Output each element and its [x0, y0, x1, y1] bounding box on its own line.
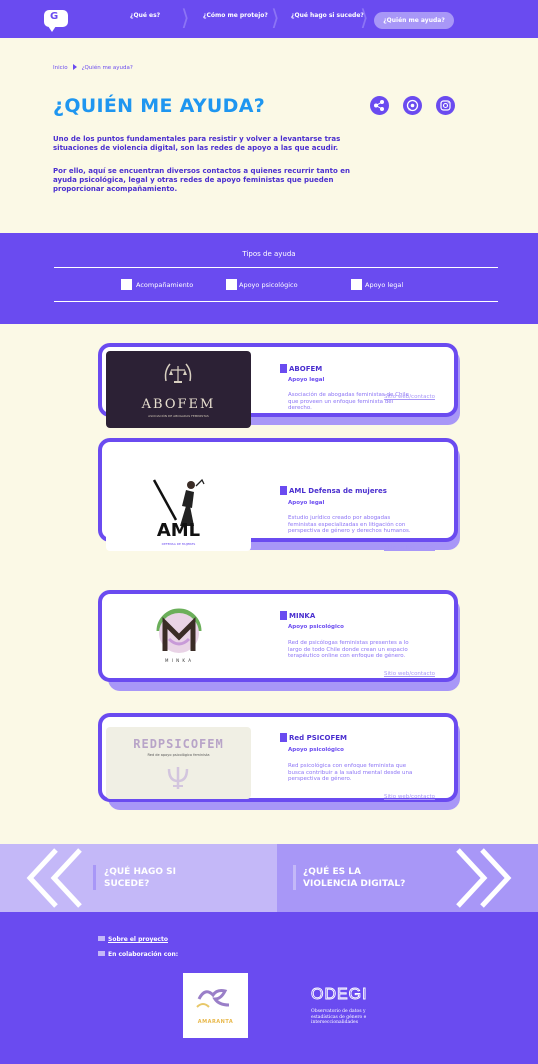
odegi-description: Observatorio de datos y estadísticas de … — [311, 1009, 367, 1025]
nav-item-que-es[interactable]: ¿Qué es? — [130, 12, 160, 19]
minka-logo: M I N K A — [106, 600, 251, 671]
card-link[interactable]: Sitio web/contacto — [384, 671, 435, 677]
intro-paragraph: Uno de los puntos fundamentales para res… — [53, 135, 341, 152]
card-description: Red de psicólogas feministas presentes a… — [288, 640, 409, 659]
amaranta-logo-text: AMARANTA — [197, 1019, 234, 1025]
next-page-label: ¿QUÉ ES LA VIOLENCIA DIGITAL? — [303, 867, 406, 889]
logo-icon[interactable]: G — [44, 10, 68, 32]
breadcrumb-home[interactable]: Inicio — [53, 65, 68, 71]
divider — [54, 267, 498, 268]
odegi-logo-text: ODEGI — [311, 986, 368, 1004]
filter-checkbox-apoyo-psicologico[interactable] — [226, 279, 237, 290]
card-description: Estudio jurídico creado por abogadas fem… — [288, 515, 411, 534]
prev-page-label: ¿QUÉ HAGO SI SUCEDE? — [104, 867, 176, 889]
card-description: Red psicológica con enfoque feminista qu… — [288, 763, 413, 782]
card-type: Apoyo psicológico — [288, 624, 344, 630]
bullet-square-icon — [280, 364, 287, 373]
card-name: Red PSICOFEM — [280, 733, 347, 742]
card-name: AML Defensa de mujeres — [280, 486, 387, 495]
psicofem-logo-sub: Red de apoyo psicológico feminista — [147, 753, 210, 757]
footer-about-link[interactable]: Sobre el proyecto — [98, 936, 168, 943]
filter-label-apoyo-psicologico[interactable]: Apoyo psicológico — [239, 281, 298, 289]
aml-logo-sub: DEFENSA DE MUJERES — [161, 542, 196, 546]
card-name: MINKA — [280, 611, 315, 620]
card-link[interactable]: Sitio web/contacto — [384, 545, 435, 551]
instagram-icon[interactable] — [436, 96, 455, 115]
amaranta-logo[interactable]: AMARANTA — [183, 973, 248, 1038]
nav-item-como-me-protejo[interactable]: ¿Cómo me protejo? — [203, 12, 268, 19]
minka-logo-text: M I N K A — [164, 658, 193, 663]
aml-logo: AML DEFENSA DE MUJERES — [106, 472, 251, 551]
filter-label-apoyo-legal[interactable]: Apoyo legal — [365, 281, 403, 289]
accent-bar — [93, 865, 96, 890]
breadcrumb: Inicio ¿Quién me ayuda? — [53, 64, 133, 71]
breadcrumb-current: ¿Quién me ayuda? — [81, 65, 133, 71]
filter-checkbox-acompanamiento[interactable] — [121, 279, 132, 290]
accent-bar — [293, 865, 296, 890]
card-type: Apoyo psicológico — [288, 747, 344, 753]
card-type: Apoyo legal — [288, 500, 325, 506]
odegi-logo[interactable]: ODEGI Observatorio de datos y estadístic… — [311, 985, 391, 1026]
card-link[interactable]: Sitio web/contacto — [384, 394, 435, 400]
chevron-right-icon: ⟩ — [360, 6, 369, 31]
footer-collab-label: En colaboración con: — [98, 951, 178, 958]
folder-icon — [98, 951, 105, 956]
filter-label-acompanamiento[interactable]: Acompañamiento — [136, 281, 193, 289]
bullet-square-icon — [280, 733, 287, 742]
abofem-logo-sub: ASOCIACIÓN DE ABOGADAS FEMINISTAS — [148, 414, 209, 418]
nav-item-que-hago[interactable]: ¿Qué hago si sucede? — [291, 12, 364, 19]
whatsapp-icon[interactable] — [403, 96, 422, 115]
bullet-square-icon — [280, 486, 287, 495]
intro-paragraph-2: Por ello, aquí se encuentran diversos co… — [53, 167, 350, 193]
footer — [0, 912, 538, 1064]
psicofem-logo: REDPSICOFEM Red de apoyo psicológico fem… — [106, 727, 251, 799]
folder-icon — [98, 936, 105, 941]
svg-text:ODEGI: ODEGI — [311, 986, 368, 1003]
chevron-right-icon: ⟩ — [181, 6, 190, 31]
nav-item-quien-me-ayuda[interactable]: ¿Quién me ayuda? — [374, 12, 454, 29]
chevron-right-icon: ⟩ — [271, 6, 280, 31]
chevron-left-icon[interactable] — [22, 846, 82, 910]
filter-title: Tipos de ayuda — [242, 250, 296, 258]
share-icon[interactable] — [370, 96, 389, 115]
chevron-right-icon[interactable] — [456, 846, 516, 910]
bullet-square-icon — [280, 611, 287, 620]
psicofem-logo-text: REDPSICOFEM — [133, 737, 224, 751]
card-type: Apoyo legal — [288, 377, 325, 383]
caret-right-icon — [72, 64, 77, 70]
divider — [54, 301, 498, 302]
filter-checkbox-apoyo-legal[interactable] — [351, 279, 362, 290]
aml-logo-text: AML — [156, 520, 201, 541]
abofem-logo: ABOFEM ASOCIACIÓN DE ABOGADAS FEMINISTAS — [106, 351, 251, 428]
abofem-logo-text: ABOFEM — [141, 397, 216, 412]
top-nav — [0, 0, 538, 38]
card-name: ABOFEM — [280, 364, 322, 373]
card-link[interactable]: Sitio web/contacto — [384, 794, 435, 800]
filter-section — [0, 233, 538, 324]
page-title: ¿QUIÉN ME AYUDA? — [53, 95, 266, 117]
